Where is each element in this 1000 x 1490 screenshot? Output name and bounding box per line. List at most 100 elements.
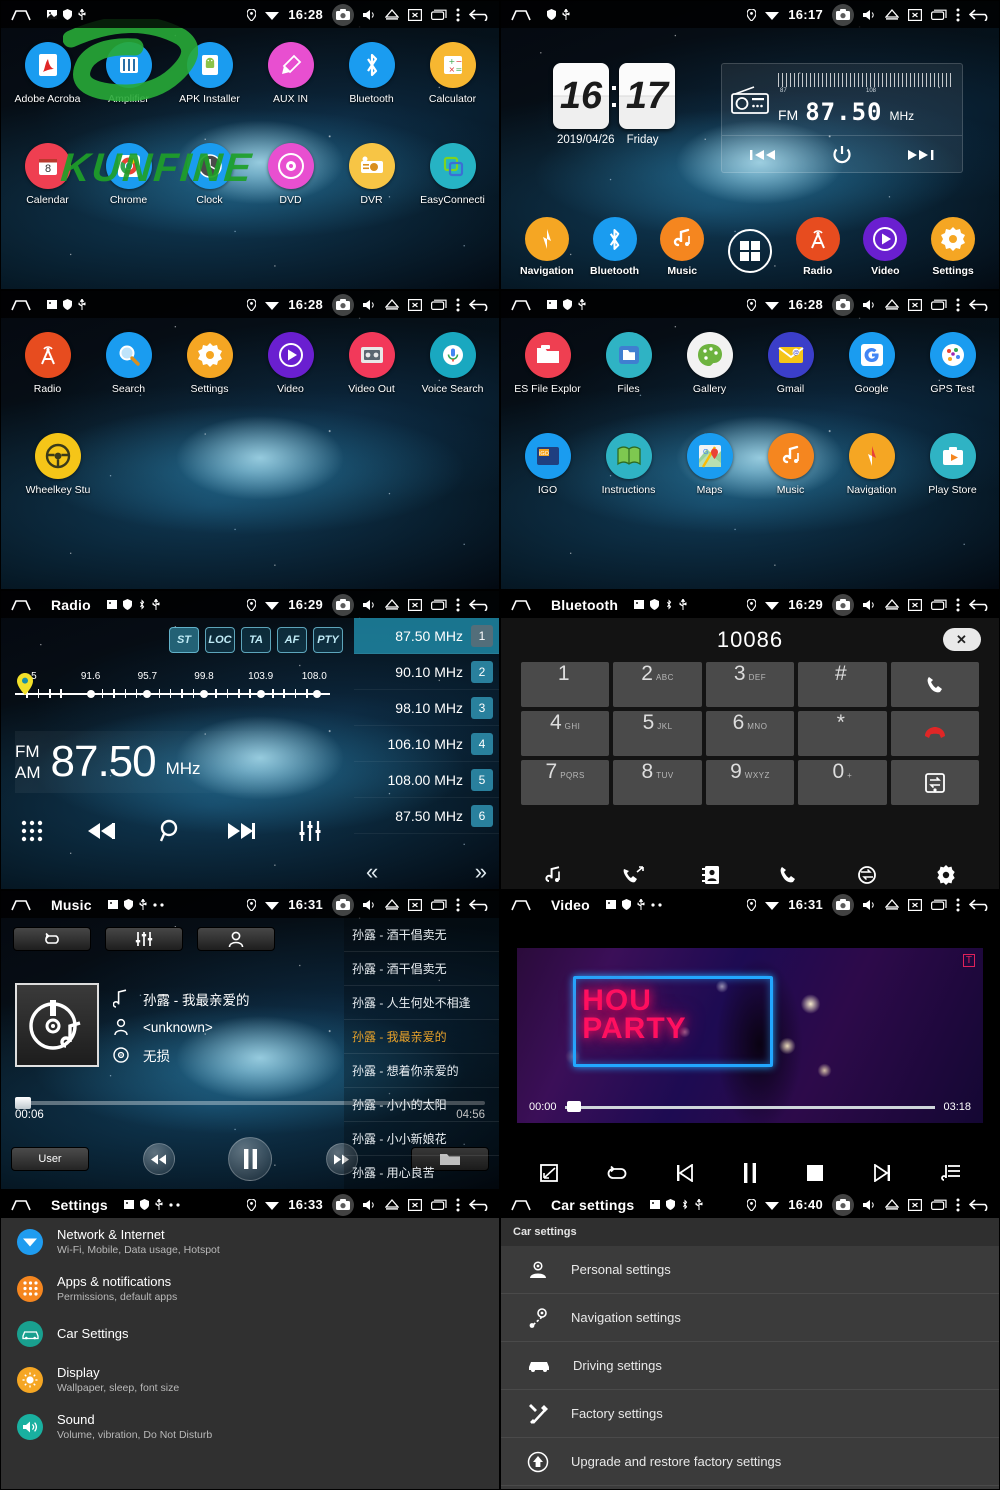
- overflow-icon[interactable]: [956, 8, 960, 22]
- home-icon[interactable]: [11, 299, 31, 311]
- volume-icon[interactable]: [363, 1199, 376, 1211]
- overflow-icon[interactable]: [456, 598, 460, 612]
- home-icon[interactable]: [11, 9, 31, 21]
- home-icon[interactable]: [511, 599, 531, 611]
- volume-icon[interactable]: [363, 299, 376, 311]
- screen-off-icon[interactable]: [408, 898, 422, 911]
- playlist-item[interactable]: 孙露 - 想着你亲爱的: [344, 1054, 499, 1088]
- volume-icon[interactable]: [863, 299, 876, 311]
- tuner-pin-icon[interactable]: [17, 673, 33, 695]
- scan-search-icon[interactable]: [159, 819, 183, 843]
- settings-item-apps[interactable]: Apps & notifications Permissions, defaul…: [1, 1265, 499, 1312]
- back-icon[interactable]: [969, 1198, 991, 1211]
- app-amplifier[interactable]: Amplifier: [90, 42, 168, 105]
- home-icon[interactable]: [11, 599, 31, 611]
- fullscreen-icon[interactable]: [539, 1163, 559, 1183]
- camera-icon[interactable]: [332, 1193, 354, 1216]
- equalizer-button[interactable]: [105, 927, 183, 951]
- app-maps[interactable]: G Maps: [671, 433, 749, 496]
- key-6[interactable]: 6 MNO: [705, 711, 795, 756]
- app-gmail[interactable]: @ Gmail: [752, 332, 830, 395]
- camera-icon[interactable]: [332, 3, 354, 26]
- dock-item-bluetooth[interactable]: Bluetooth: [583, 217, 647, 277]
- back-icon[interactable]: [469, 298, 491, 311]
- playlist-item-current[interactable]: 孙露 - 我最亲爱的: [344, 1020, 499, 1054]
- volume-icon[interactable]: [863, 9, 876, 21]
- dock-item-music[interactable]: Music: [650, 217, 714, 277]
- eject-icon[interactable]: [885, 599, 899, 610]
- artist-button[interactable]: [197, 927, 275, 951]
- dock-item-video[interactable]: Video: [853, 217, 917, 277]
- camera-icon[interactable]: [832, 293, 854, 316]
- preset-item[interactable]: 87.50 MHz 6: [354, 798, 499, 834]
- preset-item[interactable]: 87.50 MHz 1: [354, 618, 499, 654]
- car-settings-item-factory[interactable]: Factory settings: [501, 1390, 999, 1438]
- screen-off-icon[interactable]: [908, 1198, 922, 1211]
- app-google[interactable]: Google: [833, 332, 911, 395]
- transfer-call-button[interactable]: [890, 760, 979, 805]
- back-icon[interactable]: [469, 898, 491, 911]
- home-icon[interactable]: [511, 1199, 531, 1211]
- camera-icon[interactable]: [832, 1193, 854, 1216]
- eject-icon[interactable]: [885, 299, 899, 310]
- key-7[interactable]: 7 PQRS: [521, 760, 610, 805]
- rewind-button[interactable]: [142, 1143, 175, 1175]
- key-3[interactable]: 3 DEF: [705, 662, 795, 707]
- app-search[interactable]: Search: [90, 332, 168, 395]
- radio-button-st[interactable]: ST: [169, 627, 199, 653]
- preset-item[interactable]: 106.10 MHz 4: [354, 726, 499, 762]
- stop-icon[interactable]: [805, 1163, 825, 1183]
- app-adobe-acrobat[interactable]: Adobe Acroba: [9, 42, 87, 105]
- app-dvd[interactable]: DVD: [252, 143, 330, 206]
- contacts-icon[interactable]: [702, 865, 720, 885]
- app-settings[interactable]: Settings: [171, 332, 249, 395]
- preset-item[interactable]: 98.10 MHz 3: [354, 690, 499, 726]
- back-icon[interactable]: [969, 298, 991, 311]
- screen-off-icon[interactable]: [908, 8, 922, 21]
- dock-item-radio[interactable]: Radio: [786, 217, 850, 277]
- settings-item-sound[interactable]: Sound Volume, vibration, Do Not Disturb: [1, 1403, 499, 1450]
- volume-icon[interactable]: [863, 1199, 876, 1211]
- settings-item-car[interactable]: Car Settings: [1, 1312, 499, 1356]
- dock-item-all-apps[interactable]: [718, 229, 782, 277]
- home-icon[interactable]: [511, 9, 531, 21]
- radio-button-loc[interactable]: LOC: [205, 627, 235, 653]
- dock-item-settings[interactable]: Settings: [921, 217, 985, 277]
- camera-icon[interactable]: [332, 293, 354, 316]
- back-icon[interactable]: [969, 598, 991, 611]
- app-gps-test[interactable]: GPS Test: [914, 332, 992, 395]
- dialpad-call-icon[interactable]: [778, 865, 798, 885]
- overflow-icon[interactable]: [956, 598, 960, 612]
- home-icon[interactable]: [11, 1199, 31, 1211]
- camera-icon[interactable]: [332, 893, 354, 916]
- playlist-item[interactable]: 孙露 - 酒干倡卖无: [344, 918, 499, 952]
- key-star[interactable]: *: [798, 711, 887, 756]
- back-icon[interactable]: [469, 598, 491, 611]
- recents-icon[interactable]: [931, 599, 947, 610]
- car-settings-item-upgrade[interactable]: Upgrade and restore factory settings: [501, 1438, 999, 1486]
- overflow-icon[interactable]: [956, 1198, 960, 1212]
- home-icon[interactable]: [11, 899, 31, 911]
- equalizer-icon[interactable]: [299, 820, 321, 842]
- app-aux-in[interactable]: AUX IN: [252, 42, 330, 105]
- recents-icon[interactable]: [431, 599, 447, 610]
- progress-knob[interactable]: [15, 1097, 31, 1109]
- video-progress[interactable]: 00:00 03:18: [517, 1100, 983, 1113]
- sync-contacts-icon[interactable]: [856, 865, 878, 885]
- app-gallery[interactable]: Gallery: [671, 332, 749, 395]
- home-icon[interactable]: [511, 899, 531, 911]
- app-voice-search[interactable]: Voice Search: [414, 332, 492, 395]
- playlist-item[interactable]: 孙露 - 用心良苦: [344, 1156, 499, 1189]
- car-settings-item-personal[interactable]: Personal settings: [501, 1246, 999, 1294]
- volume-icon[interactable]: [363, 899, 376, 911]
- app-wheelkey-study[interactable]: Wheelkey Stu: [19, 433, 97, 496]
- repeat-icon[interactable]: [606, 1165, 628, 1181]
- app-play-store[interactable]: Play Store: [914, 433, 992, 496]
- bt-music-icon[interactable]: [544, 865, 564, 885]
- video-progress-track[interactable]: [564, 1100, 936, 1112]
- preset-item[interactable]: 108.00 MHz 5: [354, 762, 499, 798]
- overflow-icon[interactable]: [956, 298, 960, 312]
- radio-button-ta[interactable]: TA: [241, 627, 271, 653]
- back-icon[interactable]: [469, 8, 491, 21]
- key-hash[interactable]: #: [798, 662, 887, 707]
